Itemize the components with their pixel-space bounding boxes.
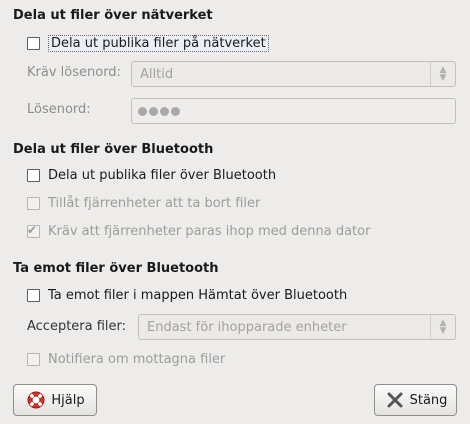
bluetooth-receive-section-title: Ta emot filer över Bluetooth [13,261,219,276]
notify-checkbox[interactable] [27,352,40,366]
checkmark-icon: ✔ [27,222,38,237]
allow-delete-checkbox-row[interactable]: Tillåt fjärrenheter att ta bort filer [27,193,260,213]
password-required-label: Kräv lösenord: [27,65,121,80]
notify-checkbox-row[interactable]: Notifiera om mottagna filer [27,349,225,369]
password-label: Lösenord: [27,102,91,117]
accept-files-label: Acceptera filer: [27,319,127,334]
require-pairing-checkbox[interactable]: ✔ [27,222,40,238]
share-network-label[interactable]: Dela ut publika filer på nätverket [48,34,269,52]
receive-bluetooth-checkbox[interactable] [27,288,40,302]
share-bluetooth-label[interactable]: Dela ut publika filer över Bluetooth [48,168,276,183]
close-x-icon [384,389,406,411]
receive-bluetooth-checkbox-row[interactable]: Ta emot filer i mappen Hämtat över Bluet… [27,285,347,305]
share-bluetooth-checkbox[interactable] [27,168,40,182]
share-network-checkbox-row[interactable]: Dela ut publika filer på nätverket [27,33,269,53]
accept-files-value: Endast för ihopparade enheter [147,319,347,335]
bluetooth-share-section-title: Dela ut filer över Bluetooth [13,142,214,157]
password-required-combo[interactable]: Alltid ▲ ▼ [131,61,456,87]
close-button-label: Stäng [409,392,448,408]
combo-arrows-icon: ▲ ▼ [430,315,455,339]
password-field[interactable] [131,98,456,124]
password-dots [138,106,180,116]
share-network-checkbox[interactable] [27,36,40,50]
allow-delete-checkbox[interactable] [27,196,40,210]
require-pairing-label[interactable]: Kräv att fjärrenheter paras ihop med den… [48,224,370,239]
help-button-label: Hjälp [51,392,85,408]
require-pairing-checkbox-row[interactable]: ✔ Kräv att fjärrenheter paras ihop med d… [27,221,370,241]
network-section-title: Dela ut filer över nätverket [13,8,213,23]
close-button[interactable]: Stäng [374,384,457,416]
allow-delete-label[interactable]: Tillåt fjärrenheter att ta bort filer [48,196,260,211]
combo-arrows-icon: ▲ ▼ [430,62,455,86]
notify-label[interactable]: Notifiera om mottagna filer [48,352,225,367]
share-bluetooth-checkbox-row[interactable]: Dela ut publika filer över Bluetooth [27,165,276,185]
receive-bluetooth-label[interactable]: Ta emot filer i mappen Hämtat över Bluet… [48,288,347,303]
lifebuoy-icon [25,389,47,411]
password-required-value: Alltid [140,66,174,82]
accept-files-combo[interactable]: Endast för ihopparade enheter ▲ ▼ [138,314,456,340]
help-button[interactable]: Hjälp [13,384,97,416]
